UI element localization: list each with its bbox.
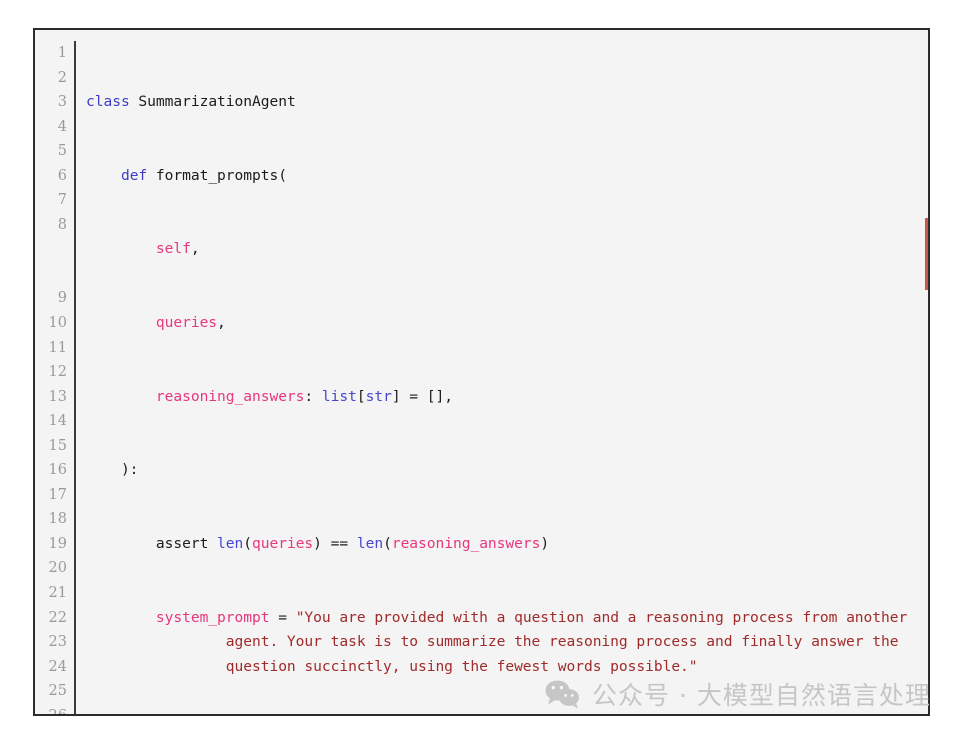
line-number: 24 bbox=[48, 658, 67, 675]
line-number: 9 bbox=[57, 290, 67, 307]
line-number: 3 bbox=[57, 94, 67, 111]
code-line: assert len(queries) == len(reasoning_ans… bbox=[155, 534, 550, 552]
line-number: 26 bbox=[48, 707, 67, 716]
line-number: 14 bbox=[48, 413, 67, 430]
wrapped-line-edge-marker bbox=[925, 218, 928, 290]
line-number: 7 bbox=[57, 192, 67, 209]
line-number: 11 bbox=[48, 339, 67, 356]
line-number: 21 bbox=[48, 585, 67, 602]
line-number: 1 bbox=[57, 45, 67, 61]
code-line: ): bbox=[86, 461, 139, 479]
line-number: 23 bbox=[48, 634, 67, 651]
code-line: def format_prompts( bbox=[120, 166, 287, 184]
code-line: class SummarizationAgent bbox=[86, 93, 296, 111]
line-number: 19 bbox=[48, 535, 67, 552]
code-text[interactable]: class SummarizationAgent def format_prom… bbox=[76, 41, 928, 714]
code-block: 1 2 3 4 5 6 7 8 9 10 11 12 13 14 15 16 1… bbox=[33, 28, 930, 716]
line-number: 13 bbox=[48, 388, 67, 405]
line-number: 18 bbox=[48, 511, 67, 528]
line-number: 16 bbox=[48, 462, 67, 479]
code-line: queries, bbox=[155, 314, 226, 332]
line-number: 6 bbox=[57, 167, 67, 184]
line-number: 12 bbox=[48, 364, 67, 381]
line-number: 4 bbox=[57, 118, 67, 135]
line-number: 17 bbox=[48, 486, 67, 503]
code-line: self, bbox=[155, 240, 200, 258]
code-body: 1 2 3 4 5 6 7 8 9 10 11 12 13 14 15 16 1… bbox=[35, 30, 928, 714]
code-line: reasoning_answers: list[str] = [], bbox=[155, 387, 453, 405]
line-number: 8 bbox=[57, 216, 67, 233]
line-number: 22 bbox=[48, 609, 67, 626]
line-number: 15 bbox=[48, 437, 67, 454]
line-number: 5 bbox=[57, 143, 67, 160]
line-number: 25 bbox=[48, 683, 67, 700]
line-number: 2 bbox=[57, 69, 67, 86]
line-number-gutter: 1 2 3 4 5 6 7 8 9 10 11 12 13 14 15 16 1… bbox=[35, 41, 76, 716]
line-number: 20 bbox=[48, 560, 67, 577]
line-number: 10 bbox=[48, 315, 67, 332]
code-line: system_prompt = "You are provided with a… bbox=[155, 608, 908, 675]
